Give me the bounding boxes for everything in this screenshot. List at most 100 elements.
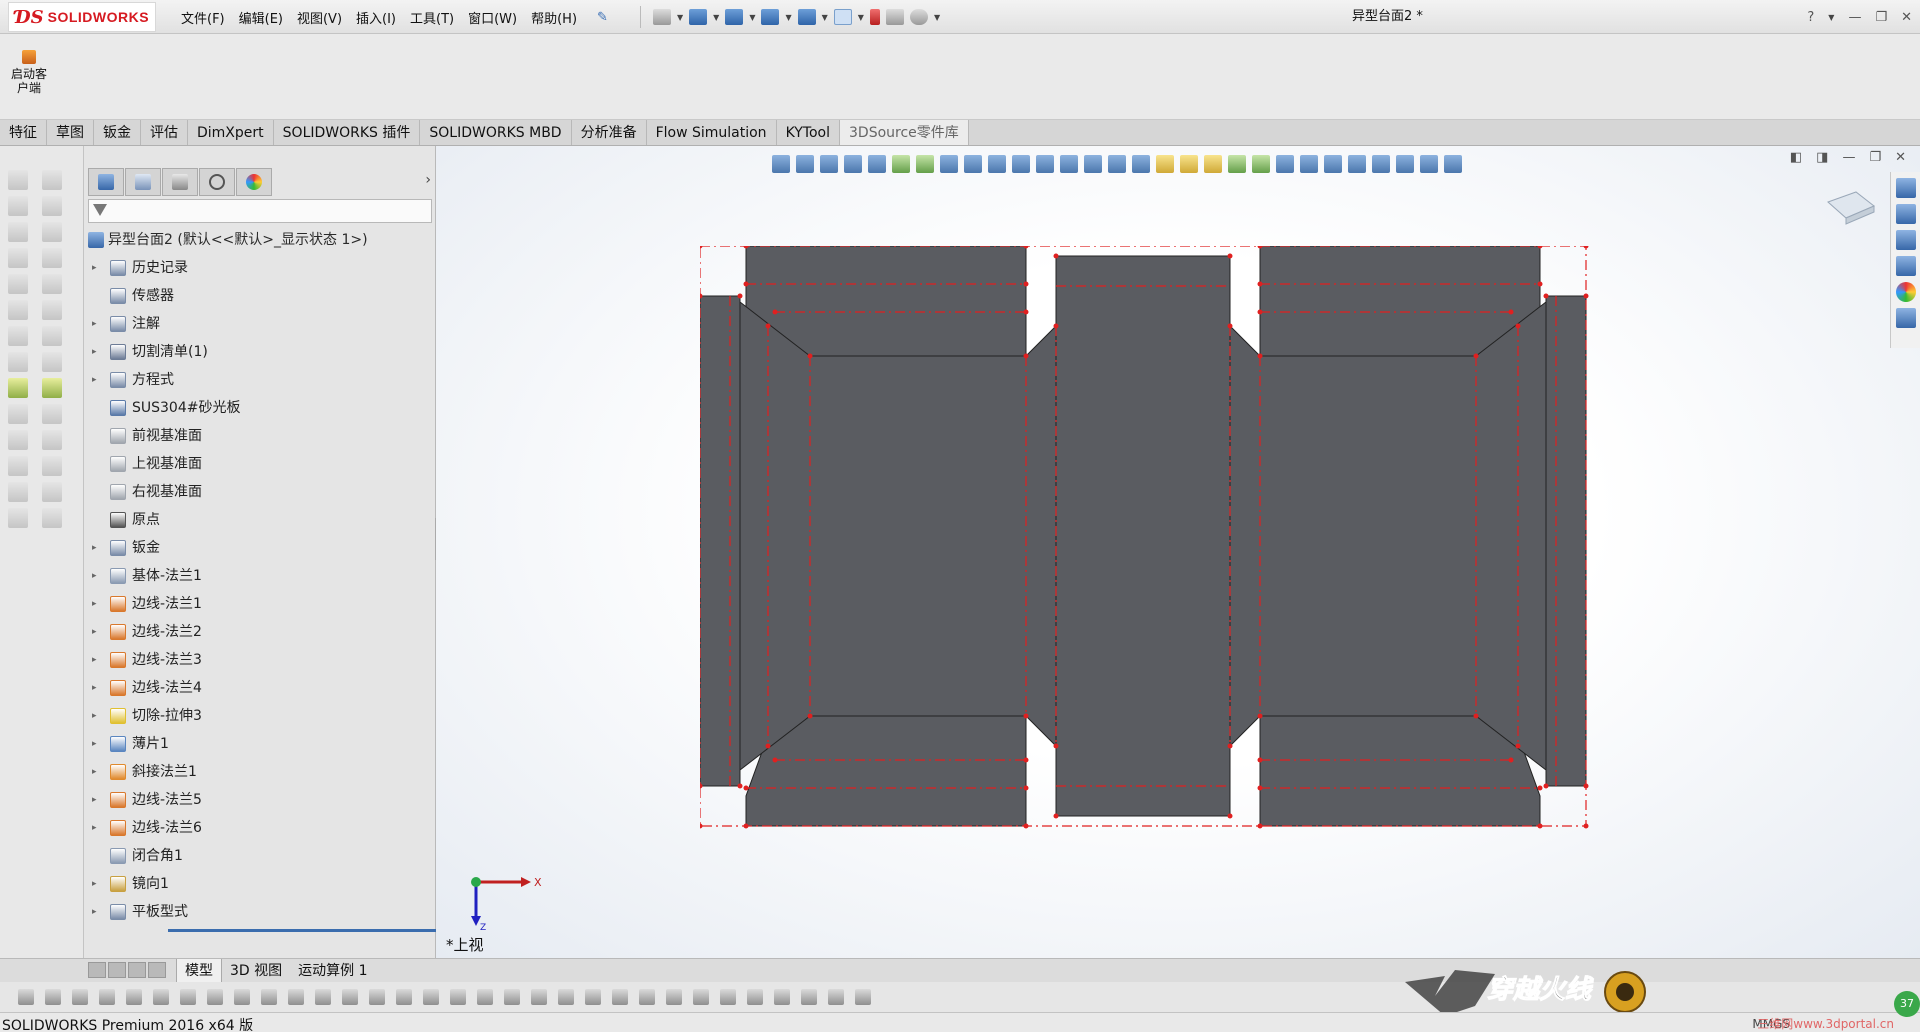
zoom-fit-icon[interactable] (772, 155, 790, 173)
selection-filter-icon[interactable] (153, 989, 169, 1005)
selection-filter-icon[interactable] (99, 989, 115, 1005)
tab-kytool[interactable]: KYTool (777, 120, 840, 145)
tree-item[interactable]: 闭合角1 (84, 842, 436, 870)
view-palette-icon[interactable] (1895, 256, 1916, 276)
menu-insert[interactable]: 插入(I) (349, 8, 403, 27)
save-icon[interactable] (725, 9, 744, 25)
selection-filter-icon[interactable] (450, 989, 466, 1005)
start-client-button[interactable]: 启动客户端 (6, 50, 52, 95)
instant3d-icon[interactable] (42, 352, 62, 372)
selection-filter-icon[interactable] (531, 989, 547, 1005)
circle-icon[interactable] (42, 456, 62, 476)
section-view-icon[interactable] (844, 155, 862, 173)
tab-analysis-prep[interactable]: 分析准备 (572, 120, 647, 145)
expand-arrow-icon[interactable]: ▸ (92, 674, 97, 702)
tree-item[interactable]: ▸ 薄片1 (84, 730, 436, 758)
expand-arrow-icon[interactable]: ▸ (92, 702, 97, 730)
selection-filter-icon[interactable] (72, 989, 88, 1005)
loft-icon[interactable] (42, 196, 62, 216)
hem-icon[interactable] (8, 404, 28, 424)
tree-root[interactable]: 异型台面2 (默认<<默认>_显示状态 1>) (84, 226, 436, 254)
minimize-icon[interactable]: — (1848, 10, 1861, 25)
draft-icon[interactable] (8, 274, 28, 294)
home-icon[interactable] (1895, 178, 1916, 198)
print-icon[interactable] (761, 9, 780, 25)
selection-filter-icon[interactable] (639, 989, 655, 1005)
tree-item[interactable]: ▸ 注解 (84, 310, 436, 338)
tab-sketch[interactable]: 草图 (47, 120, 94, 145)
spline-icon[interactable] (8, 508, 28, 528)
shell-icon[interactable] (8, 248, 28, 268)
trim-icon[interactable] (42, 508, 62, 528)
hem-tool-icon[interactable] (1228, 155, 1246, 173)
tab-3dsource[interactable]: 3DSource零件库 (840, 120, 969, 145)
restore-icon[interactable]: ❐ (1875, 10, 1887, 25)
last-tab-icon[interactable] (148, 962, 166, 978)
selection-filter-icon[interactable] (180, 989, 196, 1005)
curves-icon[interactable] (42, 326, 62, 346)
view-orientation-icon[interactable] (1826, 188, 1876, 226)
no-bends-icon[interactable] (1348, 155, 1366, 173)
tree-item[interactable]: ▸ 历史记录 (84, 254, 436, 282)
selection-filter-icon[interactable] (693, 989, 709, 1005)
tree-item[interactable]: ▸ 边线-法兰4 (84, 674, 436, 702)
tree-item[interactable]: ▸ 切除-拉伸3 (84, 702, 436, 730)
reference-icon[interactable] (8, 352, 28, 372)
select-icon[interactable] (833, 9, 852, 25)
menu-tools[interactable]: 工具(T) (403, 8, 461, 27)
tab-feature-tree[interactable] (88, 168, 124, 196)
miter-flange-tool-icon[interactable] (1204, 155, 1222, 173)
3d-sketch-icon[interactable] (1036, 155, 1054, 173)
extrude-icon[interactable] (8, 170, 28, 190)
selection-filter-icon[interactable] (342, 989, 358, 1005)
display-style-icon[interactable] (892, 155, 910, 173)
viewport-split-icon[interactable]: ◨ (1816, 150, 1828, 165)
tab-configuration[interactable] (162, 168, 198, 196)
appearances-icon[interactable] (1895, 282, 1916, 302)
tree-item[interactable]: ▸ 边线-法兰5 (84, 786, 436, 814)
tree-item[interactable]: ▸ 切割清单(1) (84, 338, 436, 366)
view-orientation-dd-icon[interactable] (868, 155, 886, 173)
zoom-area-icon[interactable] (796, 155, 814, 173)
polygon-tool-icon[interactable] (1108, 155, 1126, 173)
expand-arrow-icon[interactable]: ▸ (92, 646, 97, 674)
selection-filter-icon[interactable] (720, 989, 736, 1005)
insert-bends-icon[interactable] (1396, 155, 1414, 173)
tab-flow-simulation[interactable]: Flow Simulation (647, 120, 777, 145)
selection-filter-icon[interactable] (828, 989, 844, 1005)
tree-item[interactable]: ▸ 边线-法兰1 (84, 590, 436, 618)
first-tab-icon[interactable] (88, 962, 106, 978)
expand-arrow-icon[interactable]: ▸ (92, 534, 97, 562)
chevron-right-icon[interactable]: › (425, 172, 431, 188)
dimension-icon[interactable] (1060, 155, 1078, 173)
mirror-icon[interactable] (8, 326, 28, 346)
sheetmetal-icon[interactable] (8, 378, 28, 398)
custom-properties-icon[interactable] (1895, 308, 1916, 328)
tree-item[interactable]: 上视基准面 (84, 450, 436, 478)
undo-icon[interactable] (797, 9, 816, 25)
tab-display-manager[interactable] (236, 168, 272, 196)
single-view-icon[interactable] (1444, 155, 1462, 173)
selection-filter-icon[interactable] (612, 989, 628, 1005)
options-gear-icon[interactable] (909, 9, 928, 25)
tree-item[interactable]: 原点 (84, 506, 436, 534)
menu-window[interactable]: 窗口(W) (461, 8, 524, 27)
selection-filter-icon[interactable] (45, 989, 61, 1005)
close-icon[interactable]: ✕ (1901, 10, 1912, 25)
expand-arrow-icon[interactable]: ▸ (92, 254, 97, 282)
selection-filter-icon[interactable] (855, 989, 871, 1005)
tree-item[interactable]: ▸ 方程式 (84, 366, 436, 394)
sheet-metal-flat-pattern[interactable] (700, 246, 1600, 846)
selection-filter-icon[interactable] (396, 989, 412, 1005)
tree-item[interactable]: SUS304#砂光板 (84, 394, 436, 422)
expand-arrow-icon[interactable]: ▸ (92, 618, 97, 646)
tab-dimxpert[interactable]: DimXpert (188, 120, 274, 145)
tree-item[interactable]: ▸ 钣金 (84, 534, 436, 562)
viewport-restore-icon[interactable]: ❐ (1869, 150, 1881, 165)
expand-arrow-icon[interactable]: ▸ (92, 814, 97, 842)
selection-filter-icon[interactable] (666, 989, 682, 1005)
tab-property-manager[interactable] (125, 168, 161, 196)
selection-filter-icon[interactable] (234, 989, 250, 1005)
tab-3d-view[interactable]: 3D 视图 (222, 959, 290, 983)
help-icon[interactable]: ? (1807, 10, 1814, 25)
